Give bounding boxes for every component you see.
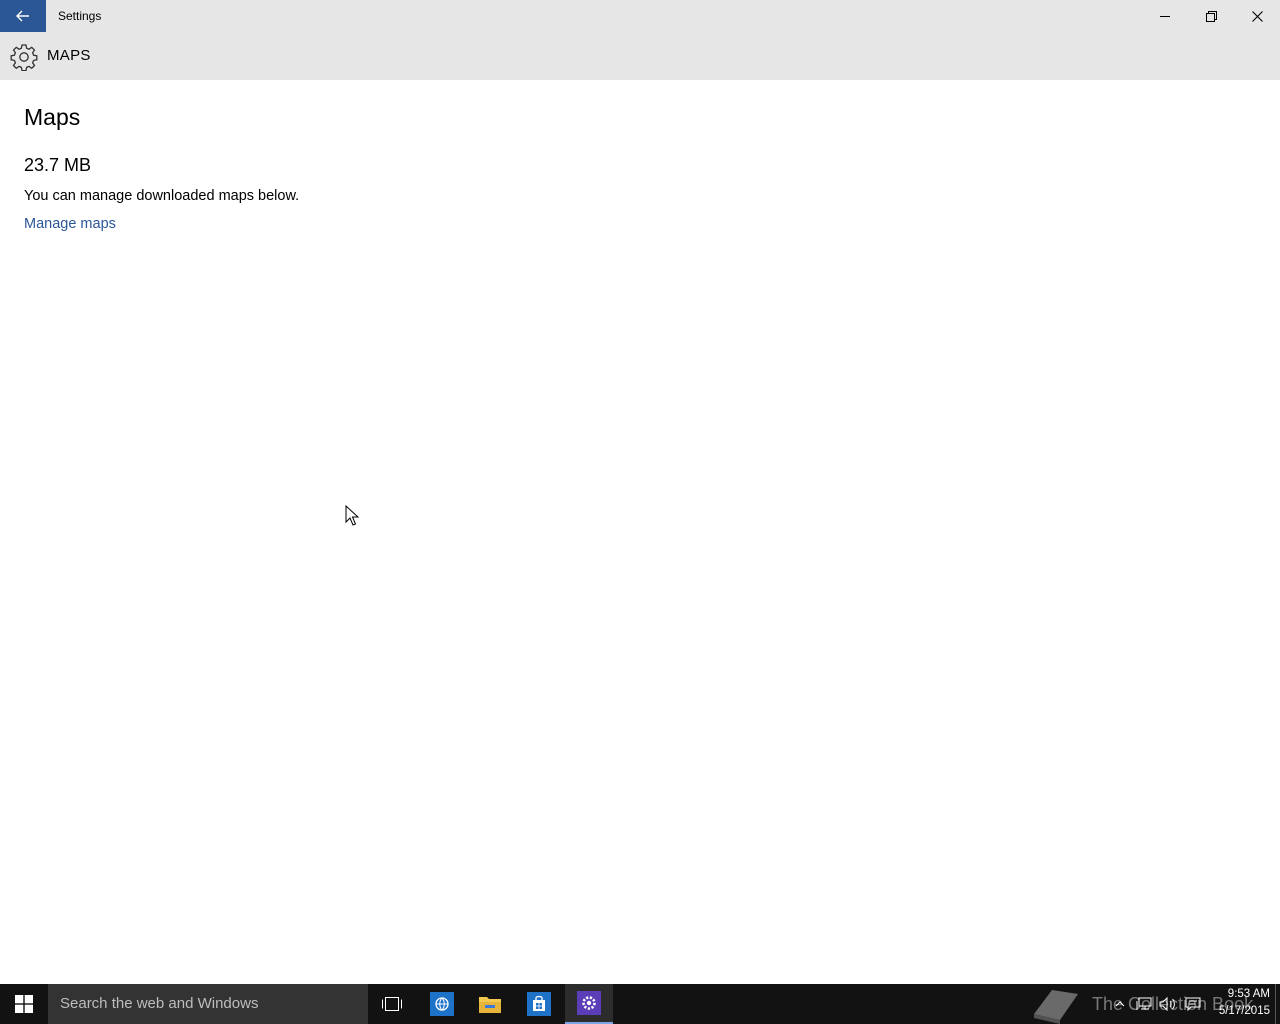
restore-button[interactable] [1188, 0, 1234, 32]
speaker-icon [1159, 997, 1175, 1011]
back-arrow-icon [16, 10, 29, 22]
taskbar: Search the web and Windows The Collectio… [0, 984, 1280, 1024]
browser-icon [430, 992, 454, 1016]
show-desktop-button[interactable] [1275, 984, 1280, 1024]
restore-icon [1205, 10, 1217, 22]
network-icon [1136, 997, 1152, 1010]
folder-icon [479, 997, 501, 1013]
task-view-icon [382, 997, 402, 1011]
back-button[interactable] [0, 0, 46, 32]
settings-gear-icon [577, 991, 601, 1015]
search-placeholder: Search the web and Windows [60, 995, 259, 1012]
window-title: Settings [58, 9, 102, 23]
mouse-cursor-icon [345, 505, 359, 526]
description-text: You can manage downloaded maps below. [24, 188, 300, 204]
gear-icon [10, 44, 38, 71]
taskbar-app-edge[interactable] [418, 984, 466, 1024]
page-header: MAPS [0, 32, 1280, 80]
volume-tray-button[interactable] [1158, 984, 1178, 1024]
book-icon [1034, 990, 1078, 1024]
close-icon [1251, 10, 1263, 22]
close-button[interactable] [1234, 0, 1280, 32]
start-button[interactable] [0, 984, 48, 1024]
title-bar: Settings [0, 0, 1280, 32]
windows-logo-icon [15, 995, 33, 1013]
store-icon [527, 992, 551, 1016]
taskbar-app-file-explorer[interactable] [466, 984, 514, 1024]
page-title: Maps [24, 104, 81, 130]
network-tray-button[interactable] [1134, 984, 1154, 1024]
manage-maps-link[interactable]: Manage maps [24, 216, 116, 232]
minimize-button[interactable] [1142, 0, 1188, 32]
task-view-button[interactable] [368, 984, 416, 1024]
clock-date: 5/17/2015 [1218, 1005, 1270, 1017]
taskbar-app-settings[interactable] [565, 984, 613, 1024]
action-center-button[interactable] [1183, 984, 1203, 1024]
clock-time: 9:53 AM [1227, 988, 1270, 1000]
message-icon [1185, 997, 1201, 1011]
show-hidden-icons-button[interactable] [1112, 984, 1128, 1024]
section-title: MAPS [47, 47, 91, 64]
taskbar-clock[interactable]: 9:53 AM 5/17/2015 [1206, 986, 1270, 1020]
storage-size: 23.7 MB [24, 155, 92, 175]
chevron-up-icon [1115, 1001, 1125, 1007]
taskbar-app-store[interactable] [515, 984, 563, 1024]
minimize-icon [1159, 15, 1170, 17]
taskbar-search-box[interactable]: Search the web and Windows [48, 984, 368, 1024]
